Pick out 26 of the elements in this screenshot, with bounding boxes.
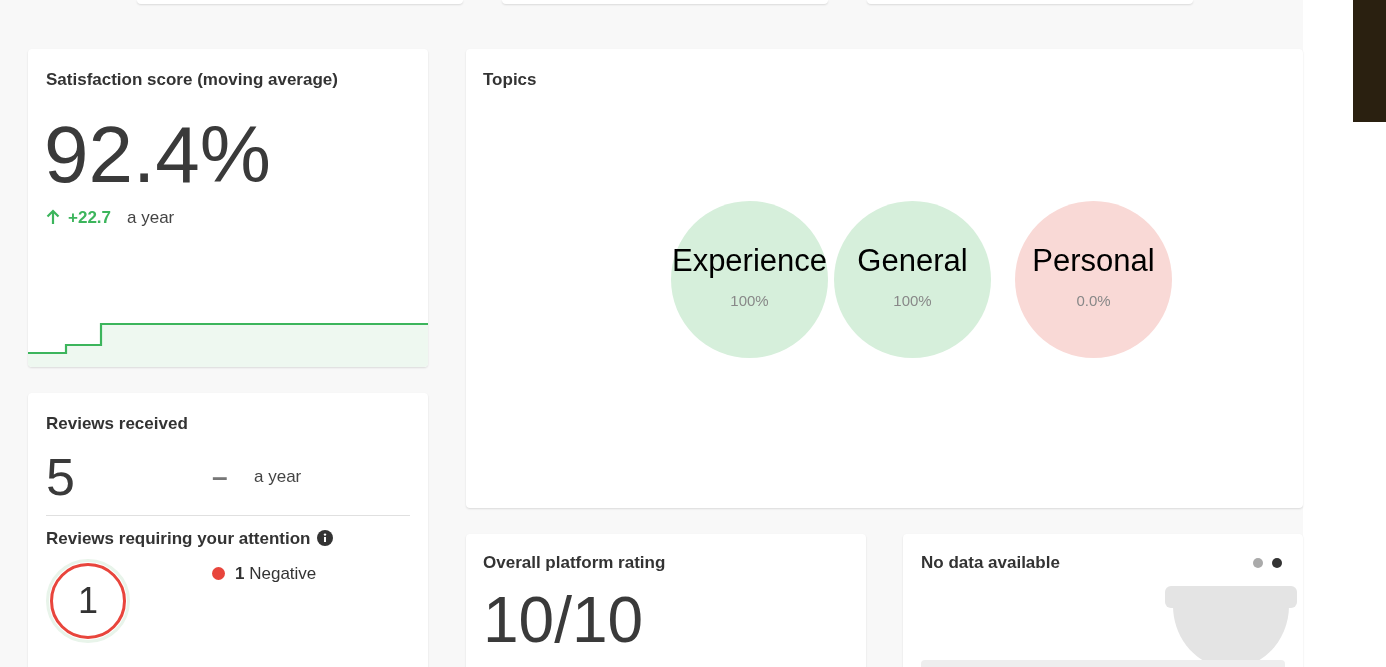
score-value: 92.4% <box>43 114 272 195</box>
arrow-up-icon <box>46 209 60 226</box>
card-title: Overall platform rating <box>483 552 667 574</box>
topic-bubble[interactable]: General 100% <box>834 200 991 358</box>
card-title: Topics <box>483 69 538 91</box>
card-title: Reviews requiring your attention <box>46 527 311 550</box>
card-title: No data available <box>921 552 1060 574</box>
donut-chart: 1 <box>46 559 130 643</box>
topic-label: General <box>857 245 968 277</box>
card-title: Satisfaction score (moving average) <box>45 69 339 91</box>
topic-percent: 0.0% <box>1076 291 1111 312</box>
period-label: a year <box>127 206 175 229</box>
reviews-count: 5 <box>46 446 76 508</box>
card-title: Reviews received <box>46 413 189 435</box>
topic-bubble[interactable]: Experience 100% <box>671 200 828 358</box>
rating-value: 10/10 <box>483 587 645 652</box>
topic-percent: 100% <box>893 291 932 312</box>
topic-bubble[interactable]: Personal 0.0% <box>1015 200 1172 358</box>
legend-label: 1 Negative <box>235 563 317 585</box>
topic-label: Personal <box>1032 245 1155 277</box>
change-value: – <box>212 459 229 494</box>
info-icon[interactable] <box>316 530 333 547</box>
topic-percent: 100% <box>730 291 769 312</box>
topic-label: Experience <box>671 245 828 277</box>
period-label: a year <box>254 465 302 488</box>
change-value: +22.7 <box>68 206 111 229</box>
